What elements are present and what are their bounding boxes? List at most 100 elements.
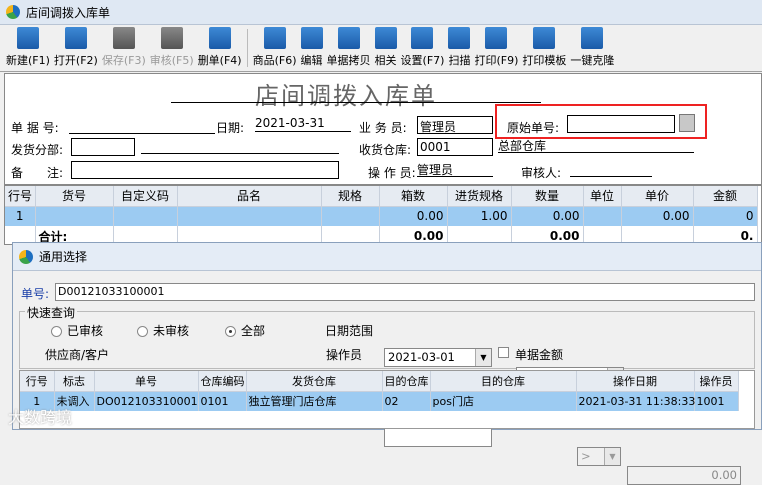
grid-cell[interactable]	[321, 206, 380, 226]
result-cell[interactable]: pos门店	[430, 391, 577, 411]
salesman-field[interactable]: 管理员	[417, 116, 493, 134]
delete-doc-icon	[208, 27, 231, 49]
grid-cell[interactable]	[583, 206, 622, 226]
grid-cell[interactable]: 0.00	[621, 206, 694, 226]
grid-cell[interactable]	[177, 206, 322, 226]
toolbar-button-label: 打印(F9)	[474, 54, 519, 67]
scan-icon	[448, 27, 471, 49]
result-header-cell[interactable]: 操作员	[694, 371, 739, 392]
radio-all[interactable]: 全部	[225, 322, 265, 339]
grid-header-cell[interactable]: 进货规格	[447, 186, 512, 207]
result-header-cell[interactable]: 目的仓库	[382, 371, 431, 392]
grid-header-cell[interactable]: 单位	[583, 186, 622, 207]
recv-wh-name: 总部仓库	[498, 137, 694, 153]
title-bar: 店间调拨入库单	[0, 0, 762, 25]
radio-unaudited[interactable]: 未审核	[137, 322, 189, 339]
table-row[interactable]: 1 0.00 1.00 0.00 0.00 0	[5, 206, 758, 226]
radio-checked-icon	[225, 326, 236, 337]
table-row[interactable]: 1 未调入 DO012103310001 0101 独立管理门店仓库 02 pos门店 202…	[20, 391, 739, 411]
dropdown-arrow-icon[interactable]: ▼	[475, 349, 491, 366]
date-field[interactable]: 2021-03-31	[255, 116, 351, 132]
grid-header-cell[interactable]: 行号	[5, 186, 36, 207]
clone-icon	[581, 27, 604, 49]
toolbar-button-label: 相关	[374, 54, 397, 67]
grid-header-cell[interactable]: 箱数	[379, 186, 448, 207]
toolbar-button-10[interactable]: 扫描	[446, 25, 472, 71]
toolbar-button-6[interactable]: 编辑	[299, 25, 325, 71]
grid-header-cell[interactable]: 货号	[35, 186, 114, 207]
grid-cell[interactable]	[113, 206, 178, 226]
result-cell[interactable]: 2021-03-31 11:38:33	[576, 391, 695, 411]
toolbar-button-9[interactable]: 设置(F7)	[399, 25, 447, 71]
grid-cell[interactable]: 0.00	[379, 206, 448, 226]
result-cell[interactable]: 独立管理门店仓库	[246, 391, 383, 411]
open-folder-icon	[64, 27, 87, 49]
toolbar-button-0[interactable]: 新建(F1)	[4, 25, 52, 71]
toolbar-button-1[interactable]: 打开(F2)	[52, 25, 100, 71]
window-title: 店间调拨入库单	[26, 5, 111, 20]
grid-cell[interactable]: 0	[693, 206, 758, 226]
copy-doc-icon	[337, 27, 360, 49]
toolbar-button-2[interactable]: 保存(F3)	[100, 25, 148, 71]
toolbar-button-label: 扫描	[448, 54, 471, 67]
result-header-cell[interactable]: 目的仓库	[430, 371, 577, 392]
result-cell[interactable]: DO012103310001	[94, 391, 199, 411]
radio-label: 全部	[241, 324, 266, 338]
amount-operator-select[interactable]: > ▼	[577, 447, 621, 466]
toolbar-button-13[interactable]: 一键克隆	[568, 25, 616, 71]
toolbar-button-label: 商品(F6)	[252, 54, 297, 67]
result-header-cell[interactable]: 操作日期	[576, 371, 695, 392]
amount-checkbox[interactable]	[498, 347, 509, 358]
save-icon	[112, 27, 135, 49]
goods-icon	[263, 27, 286, 49]
toolbar-button-label: 保存(F3)	[101, 54, 146, 67]
general-select-dialog: 通用选择 单号: D00121033100001 快速查询 已审核 未审核 全部…	[12, 242, 762, 485]
dropdown-arrow-icon[interactable]: ▼	[604, 448, 620, 465]
toolbar-button-4[interactable]: 删单(F4)	[196, 25, 244, 71]
grid-header-cell[interactable]: 单价	[621, 186, 694, 207]
grid-cell[interactable]: 0.00	[511, 206, 584, 226]
grid-header-cell[interactable]: 金额	[693, 186, 758, 207]
no-field[interactable]: D00121033100001	[55, 283, 755, 301]
grid-header-cell[interactable]: 数量	[511, 186, 584, 207]
doc-no-field[interactable]	[69, 118, 215, 134]
toolbar-button-3[interactable]: 审核(F5)	[148, 25, 196, 71]
supplier-label: 供应商/客户	[45, 348, 110, 362]
result-cell[interactable]: 0101	[198, 391, 247, 411]
result-cell[interactable]: 1001	[694, 391, 739, 411]
auditor-field	[570, 161, 652, 177]
toolbar-button-7[interactable]: 单据拷贝	[325, 25, 373, 71]
operator-filter-field[interactable]	[384, 428, 492, 447]
result-header-cell[interactable]: 单号	[94, 371, 199, 392]
grid-header-cell[interactable]: 自定义码	[113, 186, 178, 207]
radio-label: 未审核	[153, 324, 190, 338]
grid-header-cell[interactable]: 品名	[177, 186, 322, 207]
grid-header-cell[interactable]: 规格	[321, 186, 380, 207]
result-header-cell[interactable]: 行号	[20, 371, 55, 392]
result-cell[interactable]: 02	[382, 391, 431, 411]
toolbar-button-11[interactable]: 打印(F9)	[472, 25, 520, 71]
toolbar-button-8[interactable]: 相关	[373, 25, 399, 71]
no-label: 单号:	[21, 287, 50, 301]
ship-branch-field[interactable]	[71, 138, 135, 156]
result-header-cell[interactable]: 标志	[54, 371, 95, 392]
date-from-picker[interactable]: 2021-03-01 ▼	[384, 348, 492, 367]
result-header-cell[interactable]: 发货仓库	[246, 371, 383, 392]
date-range-label: 日期范围	[325, 324, 374, 338]
detail-grid: 行号 货号 自定义码 品名 规格 箱数 进货规格 数量 单位 单价 金额 1 0.00 1.00 0.00 0…	[4, 185, 762, 246]
toolbar-button-label: 审核(F5)	[149, 54, 194, 67]
result-header-cell[interactable]: 仓库编码	[198, 371, 247, 392]
grid-cell[interactable]: 1	[5, 206, 36, 226]
amount-value-field[interactable]: 0.00	[627, 466, 741, 485]
grid-cell[interactable]: 1.00	[447, 206, 512, 226]
radio-audited[interactable]: 已审核	[51, 322, 103, 339]
toolbar-button-5[interactable]: 商品(F6)	[251, 25, 299, 71]
remark-field[interactable]	[71, 161, 339, 179]
radio-icon	[137, 326, 148, 337]
toolbar-button-12[interactable]: 打印模板	[520, 25, 568, 71]
new-folder-icon	[16, 27, 39, 49]
grid-cell[interactable]	[35, 206, 114, 226]
recv-wh-field[interactable]: 0001	[417, 138, 493, 156]
toolbar-separator	[246, 29, 248, 67]
result-grid: 行号 标志 单号 仓库编码 发货仓库 目的仓库 目的仓库 操作日期 操作员 1 未调入 DO01210…	[19, 370, 755, 429]
